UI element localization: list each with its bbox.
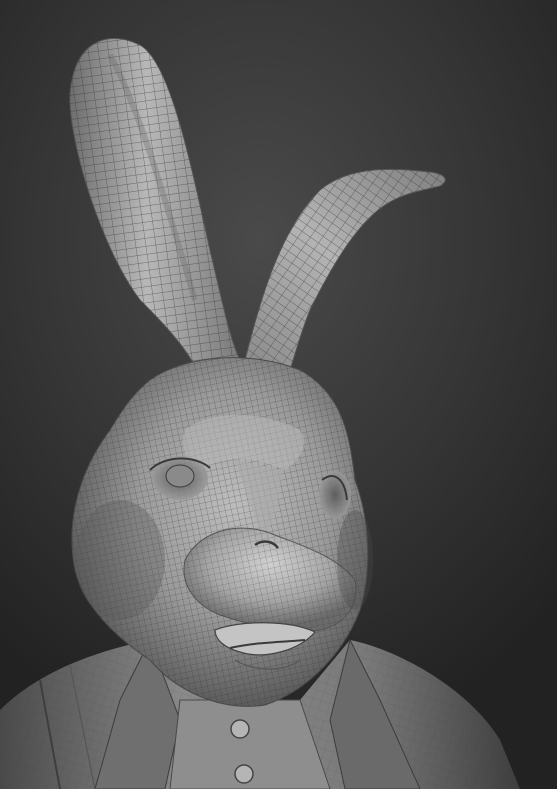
button bbox=[230, 719, 250, 739]
button bbox=[234, 764, 254, 784]
rabbit-sculpt-icon bbox=[0, 37, 520, 789]
sculpt-viewport[interactable] bbox=[0, 0, 557, 789]
left-ear bbox=[69, 37, 241, 376]
right-ear bbox=[244, 168, 446, 371]
